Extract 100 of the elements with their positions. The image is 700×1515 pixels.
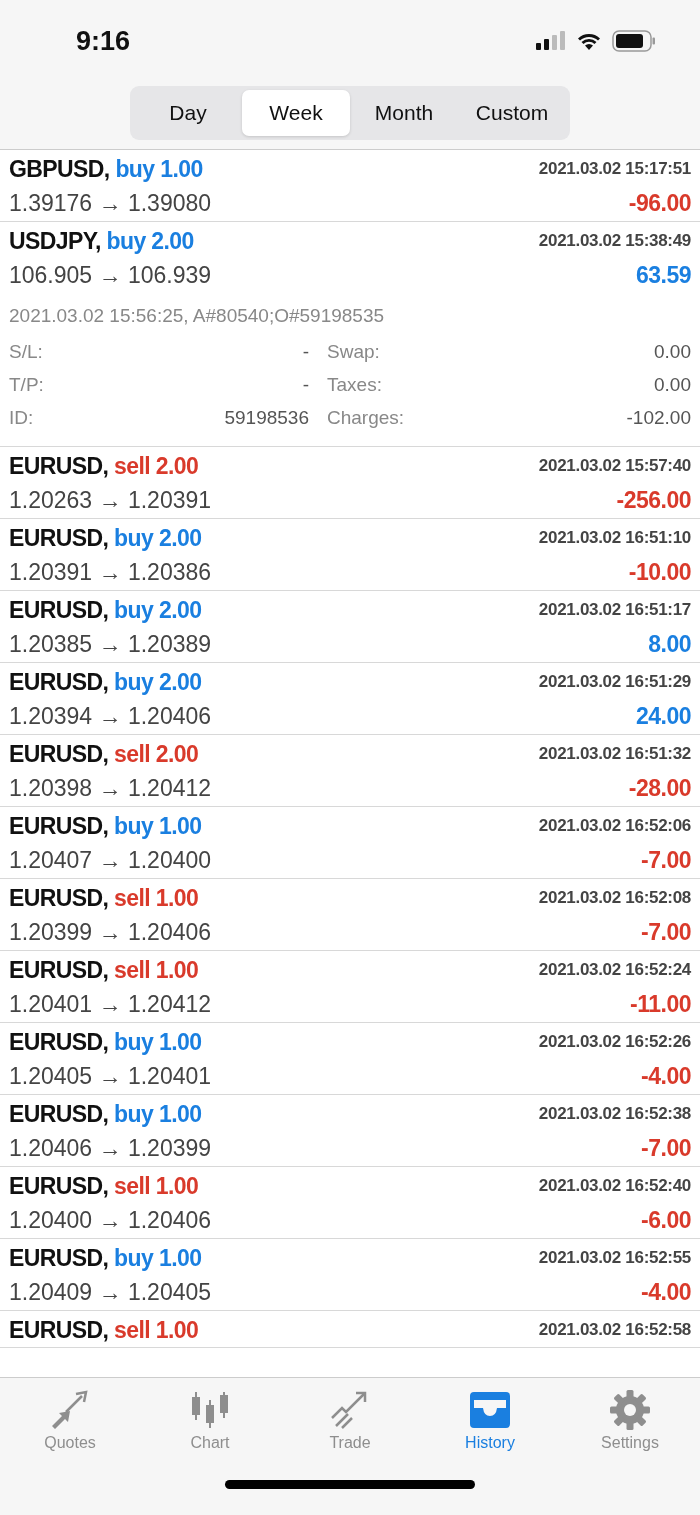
signal-icon [536, 31, 566, 51]
deal-volume: sell 2.00 [114, 740, 199, 767]
deal-time: 2021.03.02 16:52:06 [538, 816, 691, 836]
deal-symbol: EURUSD, [9, 1100, 109, 1127]
detail-value: - [302, 340, 309, 363]
deal-time: 2021.03.02 16:52:40 [538, 1176, 691, 1196]
deal-time: 2021.03.02 16:52:08 [538, 888, 691, 908]
deal-volume: sell 2.00 [114, 452, 199, 479]
deal-profit: -7.00 [641, 919, 691, 946]
deal-prices: 1.20400 → 1.20406 [9, 1207, 212, 1234]
deal-symbol: EURUSD, [9, 596, 109, 623]
deal-profit: -11.00 [630, 991, 691, 1018]
deal-prices: 1.20406 → 1.20399 [9, 1135, 212, 1162]
wifi-icon [576, 31, 602, 51]
detail-value: -102.00 [626, 406, 691, 429]
detail-label: Taxes: [327, 373, 382, 396]
deal-time: 2021.03.02 16:52:55 [538, 1248, 691, 1268]
deal-prices: 1.20401 → 1.20412 [9, 991, 212, 1018]
deal-time: 2021.03.02 16:51:17 [538, 600, 691, 620]
deal-profit: 24.00 [635, 703, 691, 730]
tab-bar-item[interactable]: History [430, 1390, 550, 1452]
deal-time: 2021.03.02 15:17:51 [538, 159, 691, 179]
deal-prices: 1.39176 → 1.39080 [9, 190, 212, 217]
deal-prices: 1.20394 → 1.20406 [9, 703, 212, 730]
deal-volume: buy 1.00 [114, 1244, 202, 1271]
deal-symbol: GBPUSD, [9, 155, 110, 182]
deal-volume: buy 2.00 [114, 524, 202, 551]
period-tab[interactable]: Custom [458, 90, 566, 136]
deal-symbol: EURUSD, [9, 812, 109, 839]
deal-volume: buy 2.00 [114, 668, 202, 695]
deal-volume: buy 1.00 [114, 812, 202, 839]
deal-profit: -4.00 [641, 1279, 691, 1306]
period-tab[interactable]: Day [134, 90, 242, 136]
deal-profit: -7.00 [641, 847, 691, 874]
detail-label: Charges: [327, 406, 405, 429]
deal-symbol: EURUSD, [9, 956, 109, 983]
deal-symbol: EURUSD, [9, 668, 109, 695]
deal-profit: 8.00 [648, 631, 691, 658]
deal-prices: 106.905 → 106.939 [9, 262, 212, 289]
detail-label: ID: [9, 406, 34, 429]
deal-symbol: EURUSD, [9, 884, 109, 911]
period-tab[interactable]: Week [242, 90, 350, 136]
deal-time: 2021.03.02 16:52:24 [538, 960, 691, 980]
battery-icon [612, 30, 656, 52]
deal-prices: 1.20398 → 1.20412 [9, 775, 212, 802]
inbox-icon [468, 1390, 512, 1430]
deal-time: 2021.03.02 16:52:38 [538, 1104, 691, 1124]
period-tab[interactable]: Month [350, 90, 458, 136]
deal-prices: 1.20405 → 1.20401 [9, 1063, 212, 1090]
deal-symbol: EURUSD, [9, 740, 109, 767]
deal-time: 2021.03.02 16:51:29 [538, 672, 691, 692]
deal-time: 2021.03.02 15:57:40 [538, 456, 691, 476]
deal-time: 2021.03.02 16:51:32 [538, 744, 691, 764]
detail-label: Swap: [327, 340, 380, 363]
deal-symbol: EURUSD, [9, 1028, 109, 1055]
deal-profit: -10.00 [628, 559, 691, 586]
deal-symbol: EURUSD, [9, 524, 109, 551]
deal-profit: 63.59 [635, 262, 691, 289]
deal-volume: buy 1.00 [114, 1100, 202, 1127]
detail-label: T/P: [9, 373, 44, 396]
detail-value: 0.00 [654, 340, 691, 363]
deal-profit: -96.00 [628, 190, 691, 217]
deal-symbol: EURUSD, [9, 1172, 109, 1199]
deal-symbol: EURUSD, [9, 1316, 109, 1343]
detail-value: - [302, 373, 309, 396]
deal-symbol: EURUSD, [9, 452, 109, 479]
detail-label: S/L: [9, 340, 43, 363]
deal-prices: 1.20407 → 1.20400 [9, 847, 212, 874]
tab-bar-item[interactable]: Chart [150, 1390, 270, 1452]
settings-icon [608, 1390, 652, 1430]
tab-bar-item[interactable]: Quotes [10, 1390, 130, 1452]
deal-profit: -7.00 [641, 1135, 691, 1162]
deal-volume: buy 2.00 [106, 227, 194, 254]
deal-volume: buy 2.00 [114, 596, 202, 623]
deal-info: 2021.03.02 15:56:25, A#80540;O#59198535 [9, 305, 386, 328]
deal-prices: 1.20391 → 1.20386 [9, 559, 212, 586]
deal-volume: sell 1.00 [114, 884, 199, 911]
tab-bar-item[interactable]: Trade [290, 1390, 410, 1452]
deal-profit: -6.00 [641, 1207, 691, 1234]
deal-profit: -28.00 [628, 775, 691, 802]
deal-volume: sell 1.00 [114, 1316, 199, 1343]
deal-volume: sell 1.00 [114, 1172, 199, 1199]
deal-time: 2021.03.02 15:38:49 [538, 231, 691, 251]
detail-value: 0.00 [654, 373, 691, 396]
deal-prices: 1.20263 → 1.20391 [9, 487, 212, 514]
deal-volume: sell 1.00 [114, 956, 199, 983]
detail-value: 59198536 [224, 406, 309, 429]
deal-symbol: EURUSD, [9, 1244, 109, 1271]
deal-profit: -256.00 [616, 487, 691, 514]
deal-volume: buy 1.00 [115, 155, 203, 182]
deal-prices: 1.20399 → 1.20406 [9, 919, 212, 946]
tab-bar-item[interactable]: Settings [570, 1390, 690, 1452]
deal-profit: -4.00 [641, 1063, 691, 1090]
status-time: 9:16 [76, 25, 131, 57]
deal-time: 2021.03.02 16:52:58 [538, 1320, 691, 1340]
deal-time: 2021.03.02 16:52:26 [538, 1032, 691, 1052]
deal-symbol: USDJPY, [9, 227, 101, 254]
deal-time: 2021.03.02 16:51:10 [538, 528, 691, 548]
deal-volume: buy 1.00 [114, 1028, 202, 1055]
deal-prices: 1.20385 → 1.20389 [9, 631, 212, 658]
